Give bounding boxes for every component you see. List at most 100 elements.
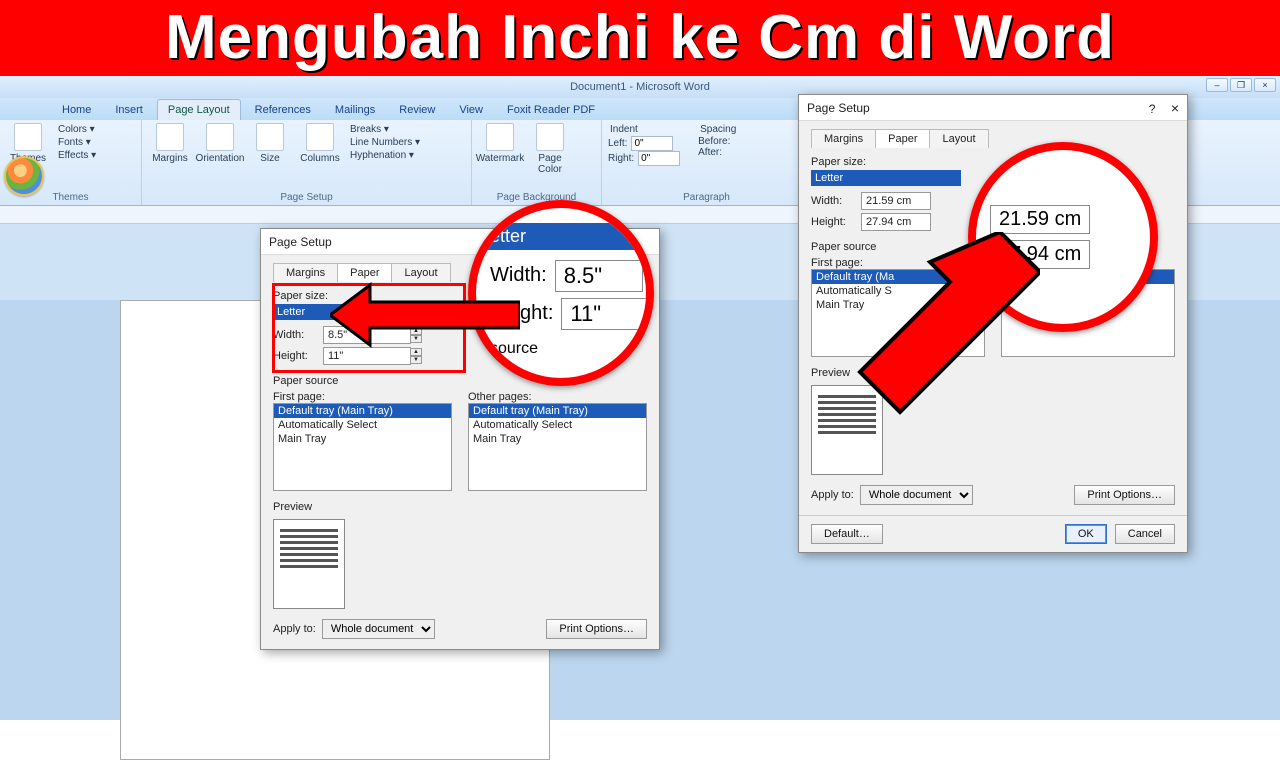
dlg-tab-layout-cm[interactable]: Layout (929, 129, 988, 148)
size-button[interactable]: Size (248, 123, 292, 164)
spacing-after-label: After: (698, 147, 722, 158)
width-input-inches[interactable]: 8.5" (323, 326, 411, 344)
height-input-cm[interactable]: 27.94 cm (861, 213, 931, 231)
indent-left-label: Left: (608, 138, 627, 149)
dlg-tab-margins[interactable]: Margins (273, 263, 338, 282)
video-title-banner: Mengubah Inchi ke Cm di Word (0, 0, 1280, 76)
paper-size-select[interactable]: Letter (273, 304, 473, 320)
dlg-tab-margins-cm[interactable]: Margins (811, 129, 876, 148)
mag-letter: etter (484, 223, 638, 250)
minimize-button[interactable]: – (1206, 78, 1228, 92)
columns-button[interactable]: Columns (298, 123, 342, 164)
width-input-cm[interactable]: 21.59 cm (861, 192, 931, 210)
mag-height-value-inches: 11" (561, 298, 649, 330)
other-pages-label: Other pages: (468, 391, 647, 403)
line-numbers-button[interactable]: Line Numbers ▾ (348, 136, 422, 149)
orientation-button[interactable]: Orientation (198, 123, 242, 164)
mag-height-label: Height: (490, 302, 553, 325)
watermark-button[interactable]: Watermark (478, 123, 522, 164)
dialog-title-cm: Page Setup ? × (799, 95, 1187, 121)
margins-icon (156, 123, 184, 151)
list-item[interactable]: Automatically S (812, 284, 984, 298)
print-options-button-cm[interactable]: Print Options… (1074, 485, 1175, 505)
first-page-label-cm: First page: (811, 257, 985, 269)
help-button[interactable]: ? (1149, 102, 1156, 116)
tab-view[interactable]: View (449, 100, 493, 120)
mag-height-value-cm: 27.94 cm (990, 240, 1090, 269)
apply-to-select[interactable]: Whole document (322, 619, 435, 639)
close-dialog-button[interactable]: × (1171, 100, 1179, 116)
list-item[interactable]: Main Tray (469, 432, 646, 446)
colors-button[interactable]: Colors ▾ (56, 123, 98, 136)
height-input-inches[interactable]: 11" (323, 347, 411, 365)
apply-to-select-cm[interactable]: Whole document (860, 485, 973, 505)
page-setup-dialog-cm: Page Setup ? × Margins Paper Layout Pape… (798, 94, 1188, 553)
list-item[interactable]: Default tray (Main Tray) (469, 404, 646, 418)
breaks-button[interactable]: Breaks ▾ (348, 123, 422, 136)
themes-icon (14, 123, 42, 151)
tab-mailings[interactable]: Mailings (325, 100, 385, 120)
page-color-button[interactable]: Page Color (528, 123, 572, 175)
first-page-list-cm[interactable]: Default tray (Ma Automatically S Main Tr… (811, 269, 985, 357)
height-label-cm: Height: (811, 216, 861, 228)
mag-width-label: Width: (490, 264, 547, 287)
list-item[interactable]: Automatically Select (469, 418, 646, 432)
height-spinner[interactable]: ▲▼ (410, 348, 422, 364)
tab-page-layout[interactable]: Page Layout (157, 99, 241, 120)
margins-button[interactable]: Margins (148, 123, 192, 164)
document-title: Document1 - Microsoft Word (570, 81, 710, 93)
preview-thumbnail (273, 519, 345, 609)
mag-width-value-cm: 21.59 cm (990, 205, 1090, 234)
indent-left-input[interactable] (631, 136, 673, 151)
tab-home[interactable]: Home (52, 100, 101, 120)
list-item[interactable]: Default tray (Ma (812, 270, 984, 284)
tab-review[interactable]: Review (389, 100, 445, 120)
effects-button[interactable]: Effects ▾ (56, 149, 98, 162)
tab-references[interactable]: References (245, 100, 321, 120)
default-button[interactable]: Default… (811, 524, 883, 544)
other-pages-list[interactable]: Default tray (Main Tray) Automatically S… (468, 403, 647, 491)
dialog-tabs-cm: Margins Paper Layout (811, 129, 1175, 148)
width-spinner[interactable]: ▲▼ (410, 327, 422, 343)
list-item[interactable]: Default tray (Main Tray) (274, 404, 451, 418)
indent-right-label: Right: (608, 153, 634, 164)
size-icon (256, 123, 284, 151)
dlg-tab-paper[interactable]: Paper (337, 263, 392, 282)
print-options-button[interactable]: Print Options… (546, 619, 647, 639)
list-item[interactable]: Automatically Select (274, 418, 451, 432)
ok-button[interactable]: OK (1065, 524, 1107, 544)
apply-to-label: Apply to: (273, 623, 316, 635)
apply-to-label-cm: Apply to: (811, 489, 854, 501)
group-page-setup: Margins Orientation Size Columns Breaks … (142, 120, 472, 205)
first-page-list[interactable]: Default tray (Main Tray) Automatically S… (273, 403, 452, 491)
indent-label: Indent (608, 123, 680, 136)
page-color-icon (536, 123, 564, 151)
dlg-tab-paper-cm[interactable]: Paper (875, 129, 930, 148)
dlg-tab-layout[interactable]: Layout (391, 263, 450, 282)
width-label-cm: Width: (811, 195, 861, 207)
close-window-button[interactable]: × (1254, 78, 1276, 92)
indent-right-input[interactable] (638, 151, 680, 166)
first-page-label: First page: (273, 391, 452, 403)
group-page-background: Watermark Page Color Page Background (472, 120, 602, 205)
tab-foxit[interactable]: Foxit Reader PDF (497, 100, 605, 120)
list-item[interactable]: Main Tray (812, 298, 984, 312)
magnifier-cm: 21.59 cm 27.94 cm (968, 142, 1158, 332)
tab-insert[interactable]: Insert (105, 100, 153, 120)
spacing-label: Spacing (698, 123, 738, 136)
group-label-page-setup: Page Setup (148, 190, 465, 203)
preview-label: Preview (273, 501, 647, 513)
office-button[interactable] (4, 156, 44, 196)
fonts-button[interactable]: Fonts ▾ (56, 136, 98, 149)
group-label-paragraph: Paragraph (608, 190, 805, 203)
spacing-before-label: Before: (698, 136, 730, 147)
cancel-button[interactable]: Cancel (1115, 524, 1175, 544)
paper-size-select-cm[interactable]: Letter (811, 170, 961, 186)
group-paragraph: Indent Left: Right: Spacing Before: Afte… (602, 120, 812, 205)
height-label: Height: (273, 350, 323, 362)
hyphenation-button[interactable]: Hyphenation ▾ (348, 149, 422, 162)
magnifier-inches: etter Width:8.5" Height:11" source (468, 200, 654, 386)
restore-button[interactable]: ❐ (1230, 78, 1252, 92)
preview-label-cm: Preview (811, 367, 1175, 379)
list-item[interactable]: Main Tray (274, 432, 451, 446)
